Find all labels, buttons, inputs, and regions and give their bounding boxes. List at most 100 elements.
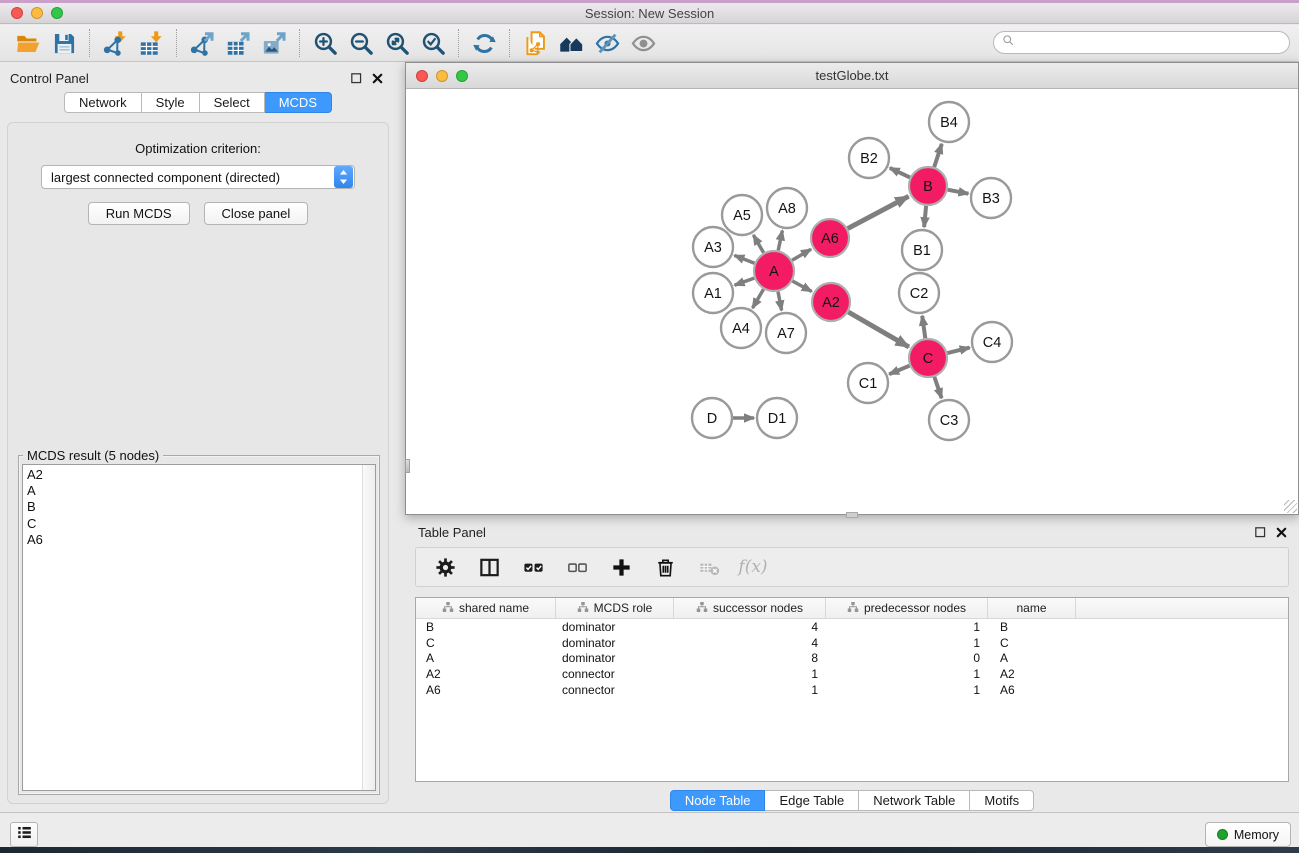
float-panel-icon[interactable] — [349, 71, 364, 86]
delete-table-button[interactable] — [694, 552, 724, 582]
network-hscroll-thumb[interactable] — [846, 512, 858, 518]
export-image-button[interactable] — [256, 27, 292, 59]
float-table-panel-icon[interactable] — [1253, 525, 1268, 540]
tab-style[interactable]: Style — [142, 92, 200, 113]
function-builder-button[interactable]: f(x) — [738, 552, 768, 582]
edge-A-A2[interactable] — [792, 281, 811, 292]
column-header-shared-name[interactable]: shared name — [416, 598, 556, 618]
table-row[interactable]: A6connector11A6 — [416, 682, 1288, 698]
toggle-panel-button[interactable] — [474, 552, 504, 582]
search-input[interactable] — [1020, 36, 1289, 50]
mcds-list-scrollbar[interactable] — [362, 465, 375, 790]
edge-B-B1[interactable] — [924, 206, 926, 227]
table-settings-button[interactable] — [430, 552, 460, 582]
zoom-selected-button[interactable] — [415, 27, 451, 59]
edge-A-A3[interactable] — [734, 255, 754, 263]
mcds-result-item[interactable]: A6 — [27, 532, 362, 548]
node-A[interactable]: A — [754, 251, 794, 291]
tab-select[interactable]: Select — [200, 92, 265, 113]
home-button[interactable] — [553, 27, 589, 59]
tab-network-table[interactable]: Network Table — [859, 790, 970, 811]
edge-A6-B[interactable] — [848, 196, 909, 228]
edge-C-C3[interactable] — [934, 377, 941, 398]
zoom-out-button[interactable] — [343, 27, 379, 59]
close-panel-icon[interactable] — [370, 71, 385, 86]
tab-edge-table[interactable]: Edge Table — [765, 790, 859, 811]
open-session-button[interactable] — [10, 27, 46, 59]
edge-A-A5[interactable] — [753, 235, 763, 253]
duplicate-network-button[interactable] — [517, 27, 553, 59]
node-A4[interactable]: A4 — [721, 308, 761, 348]
edge-B-B2[interactable] — [890, 168, 910, 178]
network-window-titlebar[interactable]: testGlobe.txt — [406, 63, 1298, 89]
node-C[interactable]: C — [909, 339, 947, 377]
network-canvas[interactable]: A A1 A2 A3 A4 A5 A6 A7 A8 B B1 B2 B3B4 C C1 C2 C3C4 D D1 — [406, 89, 1298, 514]
edge-C-C2[interactable] — [922, 316, 925, 338]
mcds-result-item[interactable]: B — [27, 499, 362, 515]
node-A8[interactable]: A8 — [767, 188, 807, 228]
table-row[interactable]: Adominator80A — [416, 650, 1288, 666]
select-all-button[interactable] — [518, 552, 548, 582]
splitter-handle[interactable] — [405, 459, 410, 473]
edge-A-A8[interactable] — [778, 231, 782, 251]
mcds-result-item[interactable]: A — [27, 483, 362, 499]
node-C4[interactable]: C4 — [972, 322, 1012, 362]
window-resize-grip[interactable] — [1284, 500, 1297, 513]
node-B[interactable]: B — [909, 167, 947, 205]
edge-A-A4[interactable] — [753, 289, 764, 308]
memory-button[interactable]: Memory — [1205, 822, 1291, 847]
add-column-button[interactable] — [606, 552, 636, 582]
export-network-button[interactable] — [184, 27, 220, 59]
tab-network[interactable]: Network — [64, 92, 142, 113]
tab-motifs[interactable]: Motifs — [970, 790, 1034, 811]
save-session-button[interactable] — [46, 27, 82, 59]
close-table-panel-icon[interactable] — [1274, 525, 1289, 540]
node-C2[interactable]: C2 — [899, 273, 939, 313]
edge-A-A7[interactable] — [778, 292, 782, 311]
node-A7[interactable]: A7 — [766, 313, 806, 353]
node-D1[interactable]: D1 — [757, 398, 797, 438]
tab-mcds[interactable]: MCDS — [265, 92, 332, 113]
edge-B-B4[interactable] — [934, 144, 942, 167]
node-A1[interactable]: A1 — [693, 273, 733, 313]
edge-C-C4[interactable] — [947, 348, 969, 354]
node-C1[interactable]: C1 — [848, 363, 888, 403]
import-table-button[interactable] — [133, 27, 169, 59]
edge-A2-C[interactable] — [848, 312, 909, 347]
node-B2[interactable]: B2 — [849, 138, 889, 178]
mcds-result-item[interactable]: A2 — [27, 467, 362, 483]
hide-panel-button[interactable] — [589, 27, 625, 59]
table-row[interactable]: Cdominator41C — [416, 635, 1288, 651]
import-network-button[interactable] — [97, 27, 133, 59]
edge-A-A6[interactable] — [792, 249, 811, 260]
refresh-button[interactable] — [466, 27, 502, 59]
search-box[interactable] — [993, 31, 1290, 54]
node-A3[interactable]: A3 — [693, 227, 733, 267]
node-B4[interactable]: B4 — [929, 102, 969, 142]
edge-C-C1[interactable] — [889, 366, 909, 375]
node-D[interactable]: D — [692, 398, 732, 438]
run-mcds-button[interactable]: Run MCDS — [88, 202, 190, 225]
node-B1[interactable]: B1 — [902, 230, 942, 270]
zoom-in-button[interactable] — [307, 27, 343, 59]
edge-A-A1[interactable] — [735, 278, 755, 285]
table-row[interactable]: A2connector11A2 — [416, 666, 1288, 682]
mcds-result-item[interactable]: C — [27, 516, 362, 532]
node-C3[interactable]: C3 — [929, 400, 969, 440]
task-history-button[interactable] — [10, 822, 38, 847]
export-table-button[interactable] — [220, 27, 256, 59]
column-header-predecessor-nodes[interactable]: predecessor nodes — [826, 598, 988, 618]
column-header-MCDS-role[interactable]: MCDS role — [556, 598, 674, 618]
node-A6[interactable]: A6 — [811, 219, 849, 257]
delete-column-button[interactable] — [650, 552, 680, 582]
node-A2[interactable]: A2 — [812, 283, 850, 321]
table-row[interactable]: Bdominator41B — [416, 619, 1288, 635]
criterion-dropdown[interactable]: largest connected component (directed) — [41, 165, 355, 189]
node-A5[interactable]: A5 — [722, 195, 762, 235]
show-panel-button[interactable] — [625, 27, 661, 59]
zoom-fit-button[interactable] — [379, 27, 415, 59]
tab-node-table[interactable]: Node Table — [670, 790, 766, 811]
column-header-successor-nodes[interactable]: successor nodes — [674, 598, 826, 618]
node-B3[interactable]: B3 — [971, 178, 1011, 218]
column-header-name[interactable]: name — [988, 598, 1076, 618]
